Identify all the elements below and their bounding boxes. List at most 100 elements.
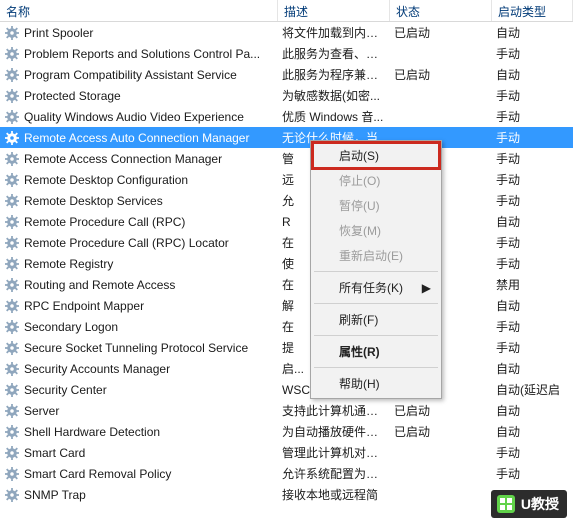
service-start-type: 手动	[492, 444, 573, 461]
submenu-arrow-icon: ▶	[422, 281, 431, 295]
service-name-cell: Smart Card	[0, 445, 278, 461]
service-name-cell: Shell Hardware Detection	[0, 424, 278, 440]
service-name-cell: Protected Storage	[0, 88, 278, 104]
service-row[interactable]: Protected Storage 为敏感数据(如密... 手动	[0, 85, 573, 106]
service-desc: 允许系统配置为移...	[278, 465, 390, 482]
service-name: Remote Registry	[24, 257, 113, 271]
col-state-header[interactable]: 状态	[390, 0, 492, 21]
service-name: Protected Storage	[24, 89, 121, 103]
service-name: Server	[24, 404, 59, 418]
service-name-cell: Server	[0, 403, 278, 419]
service-start-type: 自动	[492, 66, 573, 83]
gear-icon	[4, 130, 20, 146]
service-desc: 接收本地或远程简	[278, 486, 390, 503]
service-row[interactable]: Program Compatibility Assistant Service此…	[0, 64, 573, 85]
service-start-type: 手动	[492, 339, 573, 356]
gear-icon	[4, 109, 20, 125]
service-name: Print Spooler	[24, 26, 93, 40]
service-start-type: 手动	[492, 129, 573, 146]
service-start-type: 自动	[492, 297, 573, 314]
service-start-type: 手动	[492, 87, 573, 104]
service-row[interactable]: Secondary Logon在手动	[0, 316, 573, 337]
gear-icon	[4, 382, 20, 398]
service-name: Remote Access Auto Connection Manager	[24, 131, 249, 145]
service-start-type: 自动	[492, 360, 573, 377]
service-name: Remote Procedure Call (RPC)	[24, 215, 185, 229]
col-name-header[interactable]: 名称	[0, 0, 278, 21]
service-row[interactable]: SNMP Trap 接收本地或远程简	[0, 484, 573, 505]
service-state: 已启动	[390, 402, 492, 419]
service-desc: 为敏感数据(如密...	[278, 87, 390, 104]
service-row[interactable]: Remote Procedure Call (RPC)R自动	[0, 211, 573, 232]
service-start-type: 手动	[492, 150, 573, 167]
service-desc: 管理此计算机对智...	[278, 444, 390, 461]
service-name-cell: Program Compatibility Assistant Service	[0, 67, 278, 83]
service-row[interactable]: Problem Reports and Solutions Control Pa…	[0, 43, 573, 64]
gear-icon	[4, 340, 20, 356]
service-row[interactable]: Security Accounts Manager启...已启动自动	[0, 358, 573, 379]
watermark-text: U教授	[521, 494, 559, 514]
menu-stop: 停止(O)	[313, 168, 439, 193]
service-name-cell: Remote Registry	[0, 256, 278, 272]
service-row[interactable]: Remote Desktop Configuration远手动	[0, 169, 573, 190]
service-list: Print Spooler将文件加载到内存...已启动自动Problem Rep…	[0, 22, 573, 505]
service-start-type: 手动	[492, 108, 573, 125]
menu-start[interactable]: 启动(S)	[313, 143, 439, 168]
service-row[interactable]: Security CenterWSCSVC(Windo...已启动自动(延迟启	[0, 379, 573, 400]
service-start-type: 手动	[492, 192, 573, 209]
gear-icon	[4, 424, 20, 440]
service-start-type: 手动	[492, 45, 573, 62]
gear-icon	[4, 277, 20, 293]
service-row[interactable]: Quality Windows Audio Video Experience优质…	[0, 106, 573, 127]
service-row[interactable]: Remote Access Connection Manager管手动	[0, 148, 573, 169]
service-row[interactable]: Smart Card Removal Policy允许系统配置为移...手动	[0, 463, 573, 484]
service-name: Smart Card Removal Policy	[24, 467, 171, 481]
service-state: 已启动	[390, 24, 492, 41]
menu-properties[interactable]: 属性(R)	[313, 339, 439, 364]
menu-all-tasks[interactable]: 所有任务(K) ▶	[313, 275, 439, 300]
service-row[interactable]: Print Spooler将文件加载到内存...已启动自动	[0, 22, 573, 43]
menu-resume: 恢复(M)	[313, 218, 439, 243]
service-desc: 将文件加载到内存...	[278, 24, 390, 41]
service-start-type: 自动(延迟启	[492, 381, 573, 398]
service-desc: 此服务为程序兼容...	[278, 66, 390, 83]
gear-icon	[4, 445, 20, 461]
service-start-type: 自动	[492, 213, 573, 230]
menu-help[interactable]: 帮助(H)	[313, 371, 439, 396]
col-start-header[interactable]: 启动类型	[492, 0, 573, 21]
watermark: U教授	[491, 490, 567, 518]
service-row[interactable]: Remote Registry使手动	[0, 253, 573, 274]
service-desc: 为自动播放硬件事...	[278, 423, 390, 440]
service-name: Secure Socket Tunneling Protocol Service	[24, 341, 248, 355]
col-desc-header[interactable]: 描述	[278, 0, 390, 21]
gear-icon	[4, 88, 20, 104]
service-row[interactable]: Remote Access Auto Connection Manager无论什…	[0, 127, 573, 148]
menu-separator	[314, 335, 438, 336]
service-row[interactable]: Secure Socket Tunneling Protocol Service…	[0, 337, 573, 358]
service-name-cell: Remote Desktop Services	[0, 193, 278, 209]
gear-icon	[4, 487, 20, 503]
service-name-cell: Print Spooler	[0, 25, 278, 41]
service-row[interactable]: Smart Card管理此计算机对智... 手动	[0, 442, 573, 463]
service-row[interactable]: Routing and Remote Access在禁用	[0, 274, 573, 295]
service-name-cell: Remote Procedure Call (RPC)	[0, 214, 278, 230]
gear-icon	[4, 466, 20, 482]
menu-refresh[interactable]: 刷新(F)	[313, 307, 439, 332]
service-row[interactable]: Server支持此计算机通过...已启动自动	[0, 400, 573, 421]
menu-separator	[314, 303, 438, 304]
gear-icon	[4, 235, 20, 251]
service-start-type: 手动	[492, 171, 573, 188]
service-row[interactable]: Shell Hardware Detection为自动播放硬件事...已启动自动	[0, 421, 573, 442]
service-name-cell: SNMP Trap	[0, 487, 278, 503]
menu-all-tasks-label: 所有任务(K)	[339, 281, 403, 295]
service-row[interactable]: Remote Desktop Services允手动	[0, 190, 573, 211]
service-name: Remote Procedure Call (RPC) Locator	[24, 236, 229, 250]
gear-icon	[4, 151, 20, 167]
service-row[interactable]: Remote Procedure Call (RPC) Locator在手动	[0, 232, 573, 253]
gear-icon	[4, 298, 20, 314]
service-name: SNMP Trap	[24, 488, 86, 502]
service-name: Security Accounts Manager	[24, 362, 170, 376]
service-desc: 支持此计算机通过...	[278, 402, 390, 419]
service-name: Shell Hardware Detection	[24, 425, 160, 439]
service-row[interactable]: RPC Endpoint Mapper解自动	[0, 295, 573, 316]
